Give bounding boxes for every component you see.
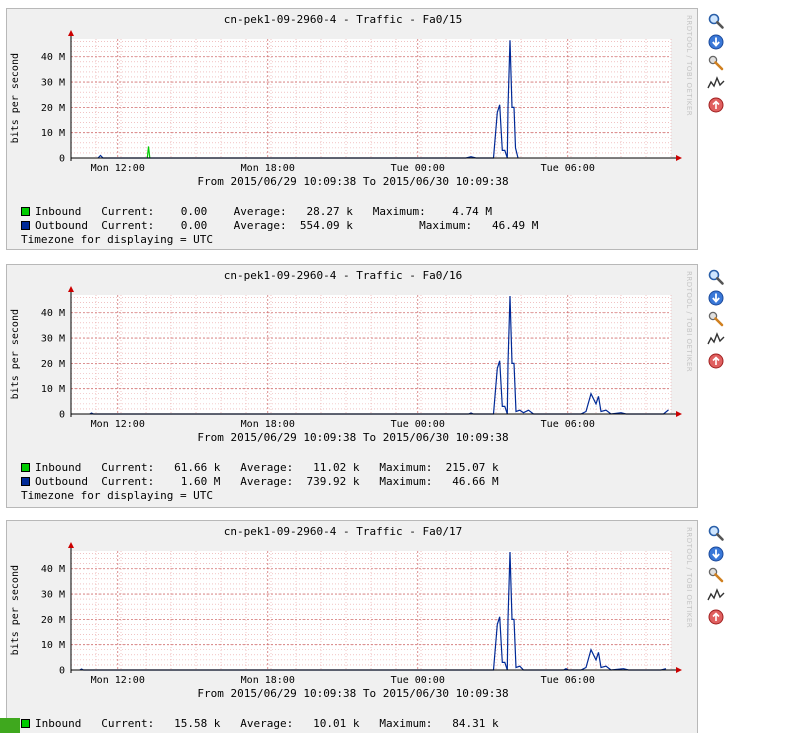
y-tick-label: 40 M: [41, 564, 65, 575]
legend-outbound: Outbound Current: 0.00 Average: 554.09 k…: [21, 219, 538, 232]
graph-panel-fa0-17: cn-pek1-09-2960-4 - Traffic - Fa0/17 bit…: [6, 520, 698, 733]
legend-outbound-text: Outbound Current: 1.60 M Average: 739.92…: [35, 475, 499, 488]
x-tick-label: Tue 06:00: [541, 163, 595, 174]
y-tick-label: 0: [59, 154, 65, 165]
y-tick-label: 0: [59, 410, 65, 421]
graph-icon[interactable]: [707, 75, 725, 93]
properties-icon[interactable]: [707, 310, 725, 328]
zoom-icon[interactable]: [707, 12, 725, 30]
timezone-note: Timezone for displaying = UTC: [21, 233, 214, 246]
corner-indicator: [0, 718, 20, 733]
y-axis-arrow: [68, 542, 74, 548]
legend-inbound: Inbound Current: 61.66 k Average: 11.02 …: [21, 461, 499, 474]
timezone-note: Timezone for displaying = UTC: [21, 489, 214, 502]
x-tick-label: Mon 18:00: [241, 675, 295, 686]
y-tick-label: 40 M: [41, 52, 65, 63]
rrdtool-watermark: RRDTOOL / TOBI OETIKER: [685, 527, 693, 629]
legend-inbound: Inbound Current: 15.58 k Average: 10.01 …: [21, 717, 499, 730]
rrdtool-watermark: RRDTOOL / TOBI OETIKER: [685, 15, 693, 117]
y-tick-label: 30 M: [41, 590, 65, 601]
x-axis-arrow: [676, 155, 682, 161]
inbound-swatch: [21, 719, 30, 728]
traffic-chart: 0 10 M 20 M 30 M 40 M Mon 12:00 Mon 18:00 Tue 0…: [41, 286, 682, 430]
y-axis-arrow: [68, 30, 74, 36]
x-tick-label: Mon 12:00: [91, 675, 145, 686]
delete-icon[interactable]: [707, 352, 725, 370]
graph-panel-fa0-16: cn-pek1-09-2960-4 - Traffic - Fa0/16 bit…: [6, 264, 698, 508]
y-tick-label: 30 M: [41, 78, 65, 89]
legend-inbound-text: Inbound Current: 15.58 k Average: 10.01 …: [35, 717, 499, 730]
y-tick-label: 20 M: [41, 103, 65, 114]
traffic-chart: 0 10 M 20 M 30 M 40 M Mon 12:00 Mon 18:00 Tue 0…: [41, 30, 682, 174]
y-axis-arrow: [68, 286, 74, 292]
rrdtool-watermark: RRDTOOL / TOBI OETIKER: [685, 271, 693, 373]
x-tick-label: Tue 00:00: [391, 675, 445, 686]
inbound-swatch: [21, 463, 30, 472]
x-tick-label: Tue 06:00: [541, 675, 595, 686]
download-icon[interactable]: [707, 545, 725, 563]
y-tick-label: 30 M: [41, 334, 65, 345]
date-range: From 2015/06/29 10:09:38 To 2015/06/30 1…: [197, 687, 509, 700]
date-range: From 2015/06/29 10:09:38 To 2015/06/30 1…: [197, 431, 509, 444]
y-tick-label: 20 M: [41, 615, 65, 626]
legend-outbound: Outbound Current: 1.60 M Average: 739.92…: [21, 475, 499, 488]
y-tick-label: 10 M: [41, 128, 65, 139]
legend-outbound-text: Outbound Current: 0.00 Average: 554.09 k…: [35, 219, 539, 232]
legend-inbound-text: Inbound Current: 0.00 Average: 28.27 k M…: [35, 205, 492, 218]
properties-icon[interactable]: [707, 54, 725, 72]
legend-inbound: Inbound Current: 0.00 Average: 28.27 k M…: [21, 205, 492, 218]
delete-icon[interactable]: [707, 608, 725, 626]
graph-panel-fa0-15: cn-pek1-09-2960-4 - Traffic - Fa0/15 bit…: [6, 8, 698, 250]
delete-icon[interactable]: [707, 96, 725, 114]
graph-icon[interactable]: [707, 587, 725, 605]
x-tick-label: Tue 00:00: [391, 163, 445, 174]
x-tick-label: Tue 00:00: [391, 419, 445, 430]
graph-icon[interactable]: [707, 331, 725, 349]
x-tick-label: Mon 12:00: [91, 163, 145, 174]
traffic-chart: 0 10 M 20 M 30 M 40 M Mon 12:00 Mon 18:00 Tue 0…: [41, 542, 682, 686]
outbound-swatch: [21, 477, 30, 486]
x-axis-arrow: [676, 411, 682, 417]
y-tick-label: 10 M: [41, 384, 65, 395]
y-tick-label: 0: [59, 666, 65, 677]
x-axis-arrow: [676, 667, 682, 673]
properties-icon[interactable]: [707, 566, 725, 584]
y-tick-label: 20 M: [41, 359, 65, 370]
y-tick-label: 10 M: [41, 640, 65, 651]
x-tick-label: Mon 18:00: [241, 163, 295, 174]
legend-inbound-text: Inbound Current: 61.66 k Average: 11.02 …: [35, 461, 499, 474]
download-icon[interactable]: [707, 33, 725, 51]
x-tick-label: Tue 06:00: [541, 419, 595, 430]
zoom-icon[interactable]: [707, 268, 725, 286]
inbound-swatch: [21, 207, 30, 216]
y-tick-label: 40 M: [41, 308, 65, 319]
x-tick-label: Mon 12:00: [91, 419, 145, 430]
download-icon[interactable]: [707, 289, 725, 307]
date-range: From 2015/06/29 10:09:38 To 2015/06/30 1…: [197, 175, 509, 188]
zoom-icon[interactable]: [707, 524, 725, 542]
outbound-swatch: [21, 221, 30, 230]
x-tick-label: Mon 18:00: [241, 419, 295, 430]
